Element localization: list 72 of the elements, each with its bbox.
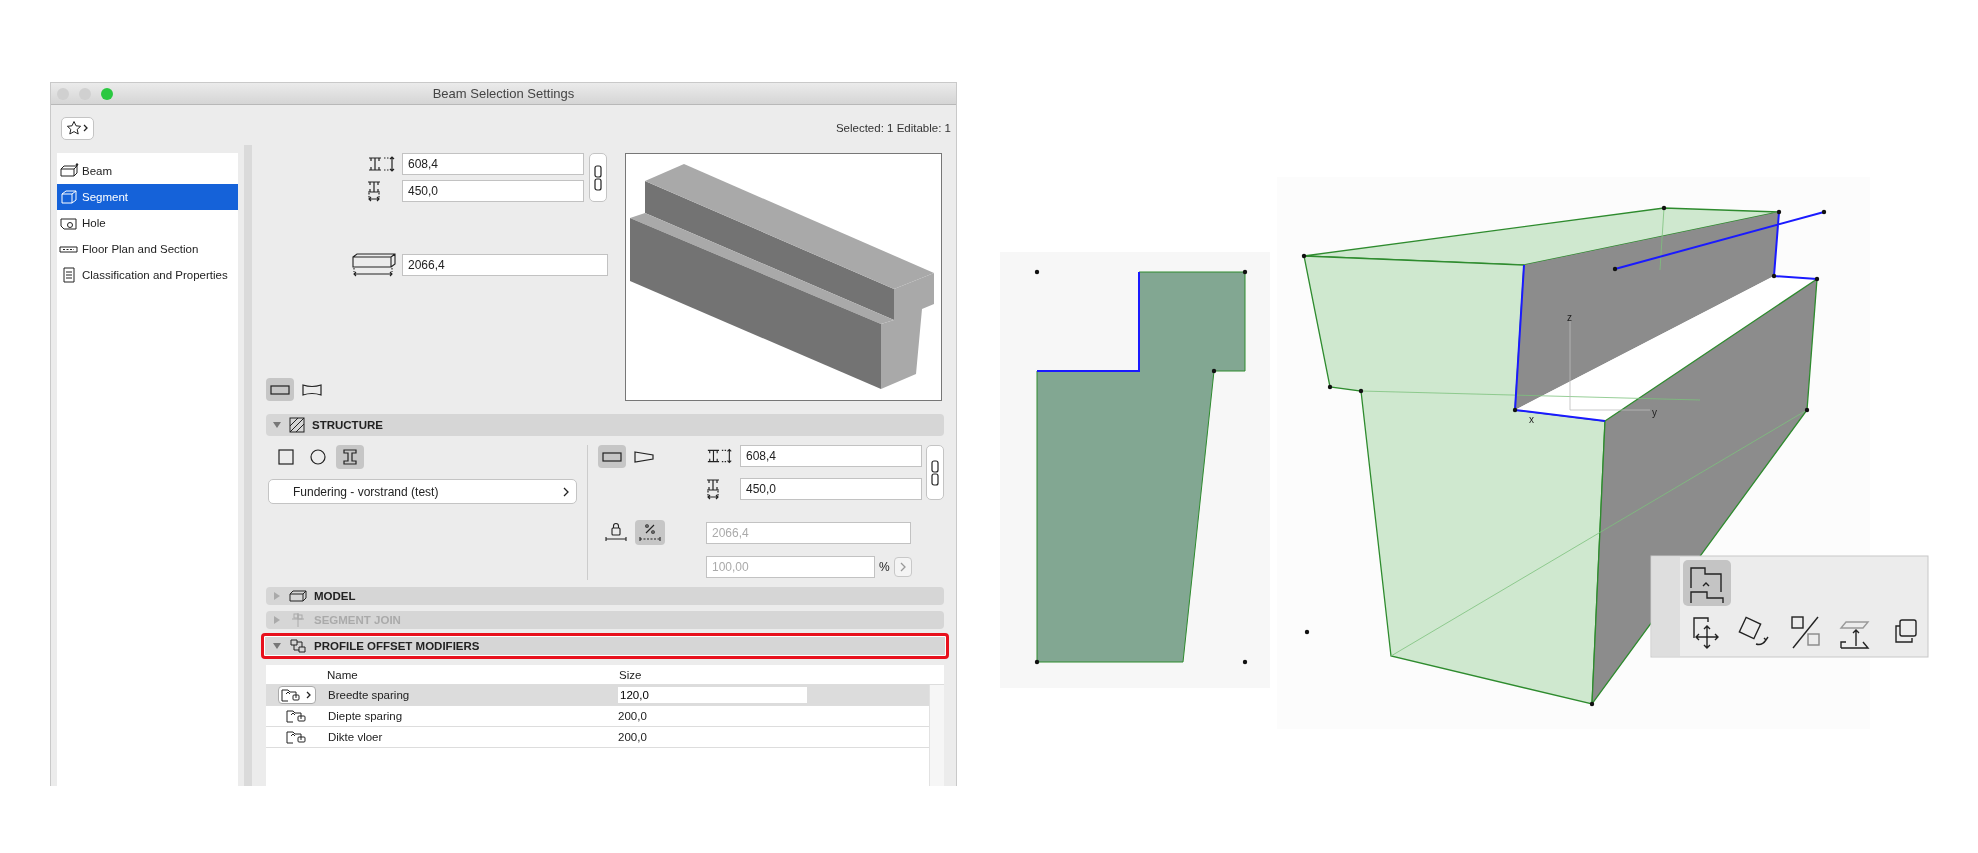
i-beam-icon bbox=[341, 448, 359, 466]
width-field[interactable]: 450,0 bbox=[740, 478, 922, 500]
link-button[interactable] bbox=[926, 445, 944, 500]
box-icon bbox=[289, 588, 307, 604]
split-icon[interactable] bbox=[1791, 616, 1820, 649]
rectangle-icon bbox=[601, 449, 623, 464]
offset-profile-icon bbox=[285, 709, 309, 723]
move-icon[interactable] bbox=[1693, 617, 1719, 649]
percent-unit: % bbox=[879, 560, 890, 574]
cube-icon bbox=[59, 189, 79, 205]
hole-icon bbox=[59, 215, 79, 231]
square-icon bbox=[277, 448, 295, 466]
length-field[interactable]: 2066,4 bbox=[402, 254, 608, 276]
height-field[interactable]: 608,4 bbox=[402, 153, 584, 175]
width-icon bbox=[367, 180, 381, 202]
profile-edit-icon[interactable] bbox=[1683, 560, 1731, 606]
table-cell: 200,0 bbox=[618, 710, 647, 722]
uniform-button[interactable] bbox=[598, 445, 626, 468]
link-button[interactable] bbox=[589, 153, 607, 202]
axis-label: x bbox=[1529, 414, 1534, 425]
circle-icon bbox=[309, 448, 327, 466]
axis-label: z bbox=[1567, 312, 1572, 323]
table-row[interactable]: Diepte sparing 200,0 bbox=[266, 706, 929, 727]
expanded-triangle-icon[interactable] bbox=[272, 641, 282, 651]
profile-section-drawing[interactable] bbox=[1034, 269, 1248, 665]
height-field[interactable]: 608,4 bbox=[740, 445, 922, 467]
copy-icon[interactable] bbox=[1895, 619, 1917, 643]
lock-length-icon bbox=[605, 521, 627, 544]
axis-label: y bbox=[1652, 407, 1657, 418]
table-cell: 200,0 bbox=[618, 731, 647, 743]
sidebar-item[interactable]: Classification and Properties bbox=[57, 262, 238, 288]
chevron-icon bbox=[898, 562, 907, 572]
size-field[interactable]: 120,0 bbox=[618, 687, 807, 703]
tapered-icon bbox=[633, 449, 655, 464]
profile-shape-button[interactable] bbox=[336, 445, 364, 469]
rectangle-icon bbox=[269, 382, 291, 397]
column-header[interactable]: Size bbox=[619, 668, 642, 681]
sidebar-item[interactable]: Floor Plan and Section bbox=[57, 236, 238, 262]
expanded-triangle-icon[interactable] bbox=[272, 420, 282, 430]
elevate-icon[interactable] bbox=[1839, 621, 1870, 649]
join-icon bbox=[289, 612, 307, 628]
selection-info: Selected: 1 Editable: 1 bbox=[835, 122, 951, 134]
table-row[interactable]: Breedte sparing 120,0 bbox=[266, 685, 929, 706]
hotspot-dot[interactable] bbox=[1304, 629, 1310, 635]
offset-profile-icon bbox=[285, 730, 309, 744]
width-field[interactable]: 450,0 bbox=[402, 180, 584, 202]
hatch-icon bbox=[289, 417, 305, 433]
sidebar-item[interactable]: Segment bbox=[57, 184, 238, 210]
window-title: Beam Selection Settings bbox=[431, 86, 576, 101]
table-row[interactable]: Dikte vloer 200,0 bbox=[266, 727, 929, 748]
table-cell-text: Breedte sparing bbox=[328, 689, 411, 701]
chevron-icon bbox=[562, 486, 571, 497]
width-icon bbox=[706, 478, 720, 500]
offset-icon bbox=[289, 638, 307, 654]
splitter-handle[interactable] bbox=[244, 145, 252, 786]
column-header[interactable]: Name bbox=[327, 668, 619, 681]
straight-view-button[interactable] bbox=[266, 378, 294, 401]
section-header[interactable]: PROFILE OFFSET MODIFIERS bbox=[261, 633, 949, 659]
modifier-menu-button[interactable] bbox=[278, 686, 316, 704]
structure-header[interactable]: STRUCTURE bbox=[266, 414, 944, 436]
percent-length-button[interactable] bbox=[635, 520, 665, 545]
section-header[interactable]: MODEL bbox=[266, 587, 944, 605]
percent-length-icon bbox=[639, 521, 661, 544]
favorites-button[interactable] bbox=[61, 116, 94, 140]
table-cell-text: Dikte vloer bbox=[328, 731, 384, 743]
sidebar-item[interactable]: Hole bbox=[57, 210, 238, 236]
sidebar-item[interactable]: Beam bbox=[57, 158, 238, 184]
beam-icon bbox=[59, 163, 79, 179]
rotate-icon[interactable] bbox=[1738, 616, 1769, 646]
table-cell-text: Diepte sparing bbox=[328, 710, 404, 722]
length-icon bbox=[351, 252, 397, 278]
profile-dropdown[interactable]: Fundering - vorstrand (test) bbox=[268, 479, 578, 504]
